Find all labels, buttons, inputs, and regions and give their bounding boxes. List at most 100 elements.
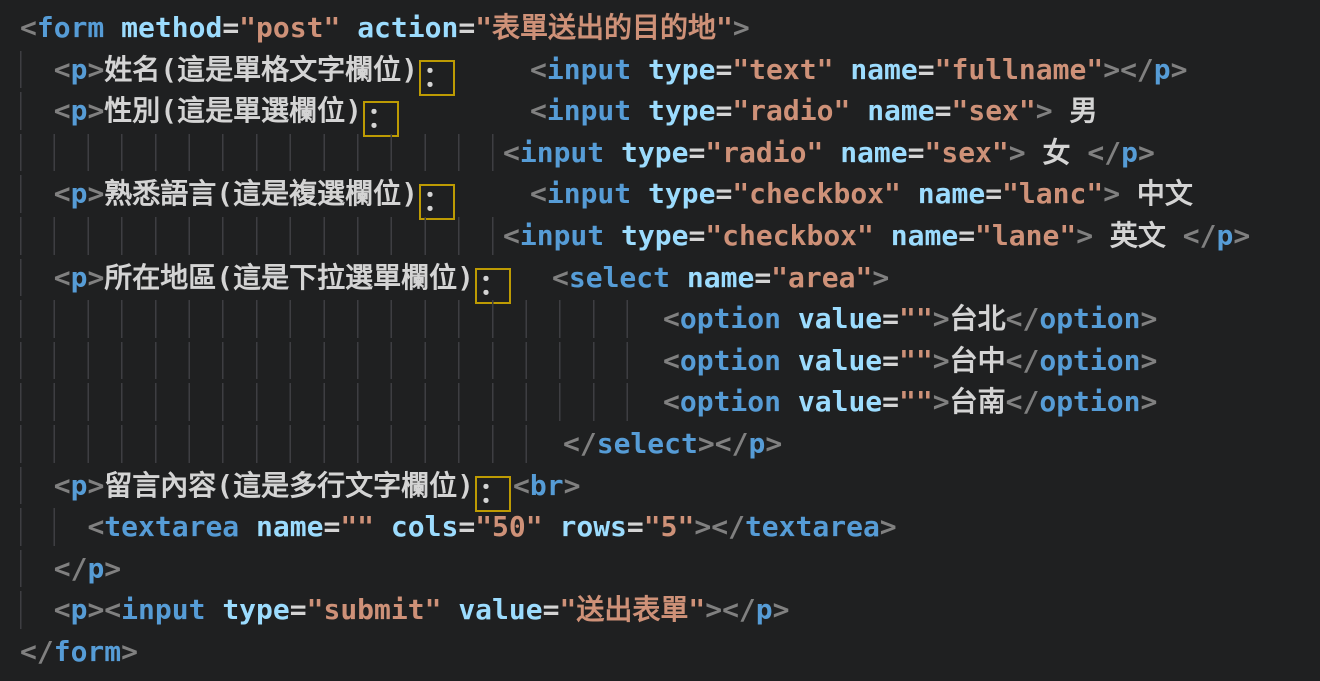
indent-guides (20, 134, 497, 172)
token-attr: name (256, 510, 323, 543)
token-attr: type (621, 219, 688, 252)
token-tag: input (520, 219, 604, 252)
token-tag: br (530, 469, 564, 502)
token-tag: textarea (745, 510, 880, 543)
token-tag: select (597, 427, 698, 460)
token-tag: p (71, 261, 88, 294)
code-line[interactable]: <input type="radio" name="sex"> 女 </p> (0, 132, 1320, 174)
code-line[interactable]: <option value="">台南</option> (0, 381, 1320, 423)
token-punct: < (530, 177, 547, 210)
token-tag: p (71, 177, 88, 210)
code-line[interactable]: <p>熟悉語言(這是複選欄位)：<input type="checkbox" n… (0, 173, 1320, 215)
token-punct: > (1036, 94, 1053, 127)
token-punct: > (1233, 219, 1250, 252)
code-line[interactable]: </form> (0, 631, 1320, 673)
token-punct: > (705, 593, 722, 626)
token-plain (20, 510, 87, 543)
token-attr: type (648, 94, 715, 127)
code-line[interactable]: <option value="">台中</option> (0, 340, 1320, 382)
token-punct: > (698, 427, 715, 460)
token-str: "fullname" (935, 53, 1104, 86)
token-tag: p (71, 469, 88, 502)
indent-guides (20, 342, 657, 380)
code-line[interactable]: <p>所在地區(這是下拉選單欄位)：<select name="area"> (0, 257, 1320, 299)
token-str: "5" (644, 510, 695, 543)
token-eq: = (918, 53, 935, 86)
token-text: 姓名(這是單格文字欄位) (104, 53, 418, 86)
code-segment: <p>姓名(這是單格文字欄位)： (20, 49, 457, 91)
token-punct: > (694, 510, 711, 543)
token-punct: < (54, 469, 71, 502)
token-plain (823, 136, 840, 169)
token-punct: </ (711, 510, 745, 543)
token-tag: input (121, 593, 205, 626)
token-punct: < (104, 593, 121, 626)
code-line[interactable]: <option value="">台北</option> (0, 298, 1320, 340)
token-punct: > (87, 261, 104, 294)
token-plain (543, 510, 560, 543)
token-text: 留言內容(這是多行文字欄位) (104, 469, 474, 502)
token-plain (901, 177, 918, 210)
token-punct: </ (1006, 302, 1040, 335)
token-tag: input (547, 177, 631, 210)
token-eq: = (458, 11, 475, 44)
code-segment: <p>性別(這是單選欄位)： (20, 90, 401, 132)
code-area[interactable]: <form method="post" action="表單送出的目的地"> <… (0, 0, 1320, 673)
token-tag: option (1039, 302, 1140, 335)
token-str: "radio" (732, 94, 850, 127)
token-punct: > (773, 593, 790, 626)
code-line[interactable]: <p><input type="submit" value="送出表單"></p… (0, 589, 1320, 631)
code-line[interactable]: </select></p> (0, 423, 1320, 465)
token-eq: = (543, 593, 560, 626)
token-str: "sex" (924, 136, 1008, 169)
code-line[interactable]: <input type="checkbox" name="lane"> 英文 <… (0, 215, 1320, 257)
token-punct: </ (722, 593, 756, 626)
token-eq: = (715, 94, 732, 127)
token-punct: </ (563, 427, 597, 460)
indent-guides (20, 383, 657, 421)
code-line[interactable]: <form method="post" action="表單送出的目的地"> (0, 7, 1320, 49)
token-str: "text" (732, 53, 833, 86)
token-punct: > (1009, 136, 1026, 169)
token-text: 男 (1053, 94, 1098, 127)
token-eq: = (985, 177, 1002, 210)
token-str: "sex" (951, 94, 1035, 127)
token-eq: = (908, 136, 925, 169)
code-line[interactable]: <p>性別(這是單選欄位)：<input type="radio" name="… (0, 90, 1320, 132)
code-segment: <input type="checkbox" name="lane"> 英文 <… (503, 215, 1250, 257)
token-attr: value (798, 385, 882, 418)
code-segment: <option value="">台中</option> (663, 340, 1157, 382)
token-eq: = (958, 219, 975, 252)
code-segment: </form> (20, 631, 138, 673)
token-attr: value (798, 344, 882, 377)
token-tag: p (1217, 219, 1234, 252)
token-plain (850, 94, 867, 127)
token-tag: input (547, 53, 631, 86)
token-tag: p (1154, 53, 1171, 86)
token-punct: < (87, 510, 104, 543)
token-plain (670, 261, 687, 294)
code-line[interactable]: <textarea name="" cols="50" rows="5"></t… (0, 506, 1320, 548)
token-attr: name (891, 219, 958, 252)
token-eq: = (688, 136, 705, 169)
token-plain (631, 177, 648, 210)
code-line[interactable]: <p>留言內容(這是多行文字欄位)：<br> (0, 465, 1320, 507)
code-line[interactable]: </p> (0, 548, 1320, 590)
token-punct: < (20, 11, 37, 44)
code-segment: <input type="checkbox" name="lanc"> 中文 (530, 173, 1193, 215)
token-punct: </ (1087, 136, 1121, 169)
token-plain (20, 593, 54, 626)
token-eq: = (715, 53, 732, 86)
token-plain (239, 510, 256, 543)
token-eq: = (935, 94, 952, 127)
token-tag: p (87, 552, 104, 585)
token-punct: < (530, 53, 547, 86)
token-str: "送出表單" (559, 593, 705, 626)
code-line[interactable]: <p>姓名(這是單格文字欄位)：<input type="text" name=… (0, 49, 1320, 91)
token-plain (874, 219, 891, 252)
token-eq: = (627, 510, 644, 543)
token-attr: cols (391, 510, 458, 543)
token-punct: < (663, 344, 680, 377)
token-plain (631, 53, 648, 86)
token-punct: < (54, 94, 71, 127)
